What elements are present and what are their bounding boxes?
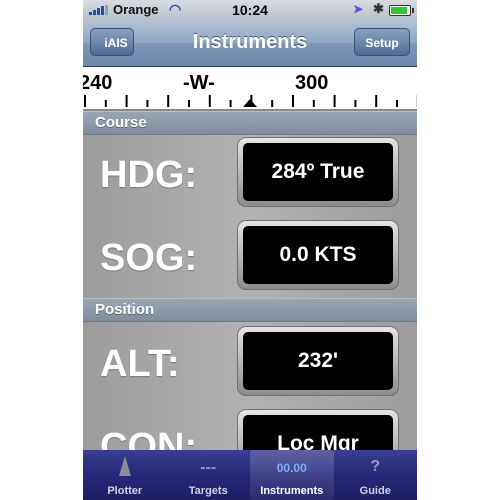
digits-icon: 00.00 bbox=[276, 461, 307, 475]
instruments-list[interactable]: Course HDG: 284º True SOG: 0.0 KTS Posit… bbox=[83, 111, 417, 450]
navigation-bar: iAIS Instruments Setup bbox=[83, 20, 417, 67]
tab-label-plotter: Plotter bbox=[107, 485, 143, 497]
alt-label: ALT: bbox=[100, 343, 180, 385]
alt-value: 232' bbox=[243, 332, 393, 390]
heading-pointer-icon bbox=[243, 99, 257, 107]
con-label: CON: bbox=[100, 426, 198, 450]
tab-targets[interactable]: --- Targets bbox=[167, 450, 251, 500]
tab-label-targets: Targets bbox=[188, 485, 228, 497]
sog-value: 0.0 KTS bbox=[243, 226, 393, 284]
location-arrow-icon: ➤ bbox=[353, 2, 364, 16]
boat-icon bbox=[83, 456, 167, 478]
battery-icon bbox=[389, 5, 414, 16]
dashes-icon: --- bbox=[200, 459, 217, 476]
question-icon: ? bbox=[370, 458, 381, 475]
tab-label-guide: Guide bbox=[359, 485, 391, 497]
hdg-value-box: 284º True bbox=[237, 137, 399, 207]
tab-plotter[interactable]: Plotter bbox=[83, 450, 167, 500]
hdg-label: HDG: bbox=[100, 154, 198, 196]
sog-value-box: 0.0 KTS bbox=[237, 220, 399, 290]
section-header-position: Position bbox=[83, 298, 417, 322]
setup-button[interactable]: Setup bbox=[354, 28, 410, 56]
tab-instruments[interactable]: 00.00 Instruments bbox=[250, 450, 334, 500]
tab-label-instruments: Instruments bbox=[260, 485, 324, 497]
tab-bar: Plotter --- Targets 00.00 Instruments ? … bbox=[83, 450, 417, 500]
status-bar: Orange ◠ 10:24 ➤ ✱ bbox=[83, 0, 417, 20]
app-screen: Orange ◠ 10:24 ➤ ✱ iAIS Instruments Setu… bbox=[83, 0, 417, 500]
section-header-course: Course bbox=[83, 111, 417, 135]
hdg-value: 284º True bbox=[243, 143, 393, 201]
tab-guide[interactable]: ? Guide bbox=[334, 450, 418, 500]
clock: 10:24 bbox=[232, 2, 268, 18]
con-value: Loc Mgr bbox=[243, 415, 393, 450]
con-value-box: Loc Mgr bbox=[237, 409, 399, 450]
compass-ticks bbox=[84, 95, 417, 107]
sog-label: SOG: bbox=[100, 237, 198, 279]
bluetooth-icon: ✱ bbox=[373, 1, 384, 16]
alt-value-box: 232' bbox=[237, 326, 399, 396]
compass-tape: 240 -W- 300 bbox=[83, 67, 417, 111]
